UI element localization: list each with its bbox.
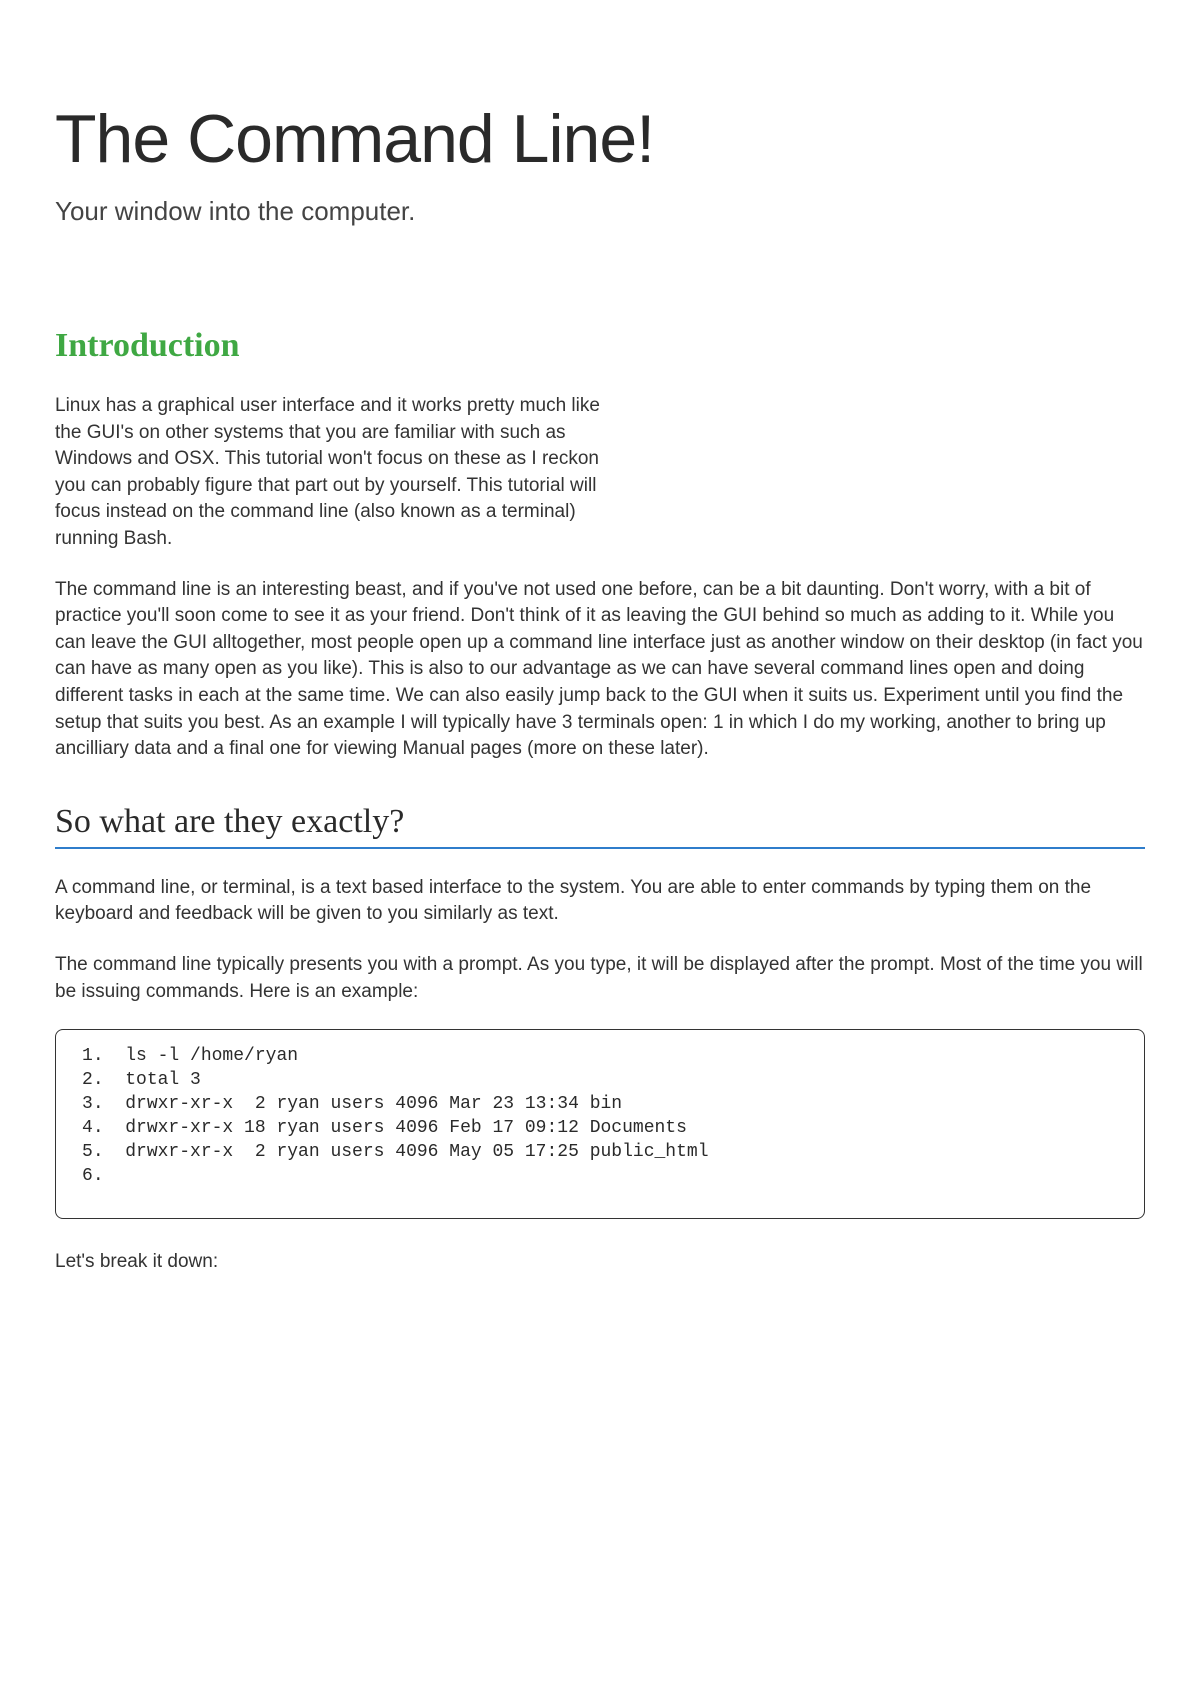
terminal-line: total 3: [82, 1068, 1124, 1092]
intro-paragraph-1: Linux has a graphical user interface and…: [55, 393, 615, 553]
terminal-example: ls -l /home/ryan total 3 drwxr-xr-x 2 ry…: [55, 1029, 1145, 1219]
what-paragraph-1: A command line, or terminal, is a text b…: [55, 875, 1145, 928]
section-heading-what-are-they: So what are they exactly?: [55, 803, 1145, 849]
terminal-line: drwxr-xr-x 2 ryan users 4096 May 05 17:2…: [82, 1140, 1124, 1164]
page-title: The Command Line!: [55, 100, 1145, 178]
intro-paragraph-2: The command line is an interesting beast…: [55, 577, 1145, 763]
section-heading-introduction: Introduction: [55, 327, 1145, 365]
what-paragraph-3: Let's break it down:: [55, 1249, 1145, 1276]
terminal-line: [82, 1164, 1124, 1188]
terminal-line: ls -l /home/ryan: [82, 1044, 1124, 1068]
terminal-line: drwxr-xr-x 2 ryan users 4096 Mar 23 13:3…: [82, 1092, 1124, 1116]
what-paragraph-2: The command line typically presents you …: [55, 952, 1145, 1005]
terminal-line: drwxr-xr-x 18 ryan users 4096 Feb 17 09:…: [82, 1116, 1124, 1140]
page-subtitle: Your window into the computer.: [55, 196, 1145, 227]
